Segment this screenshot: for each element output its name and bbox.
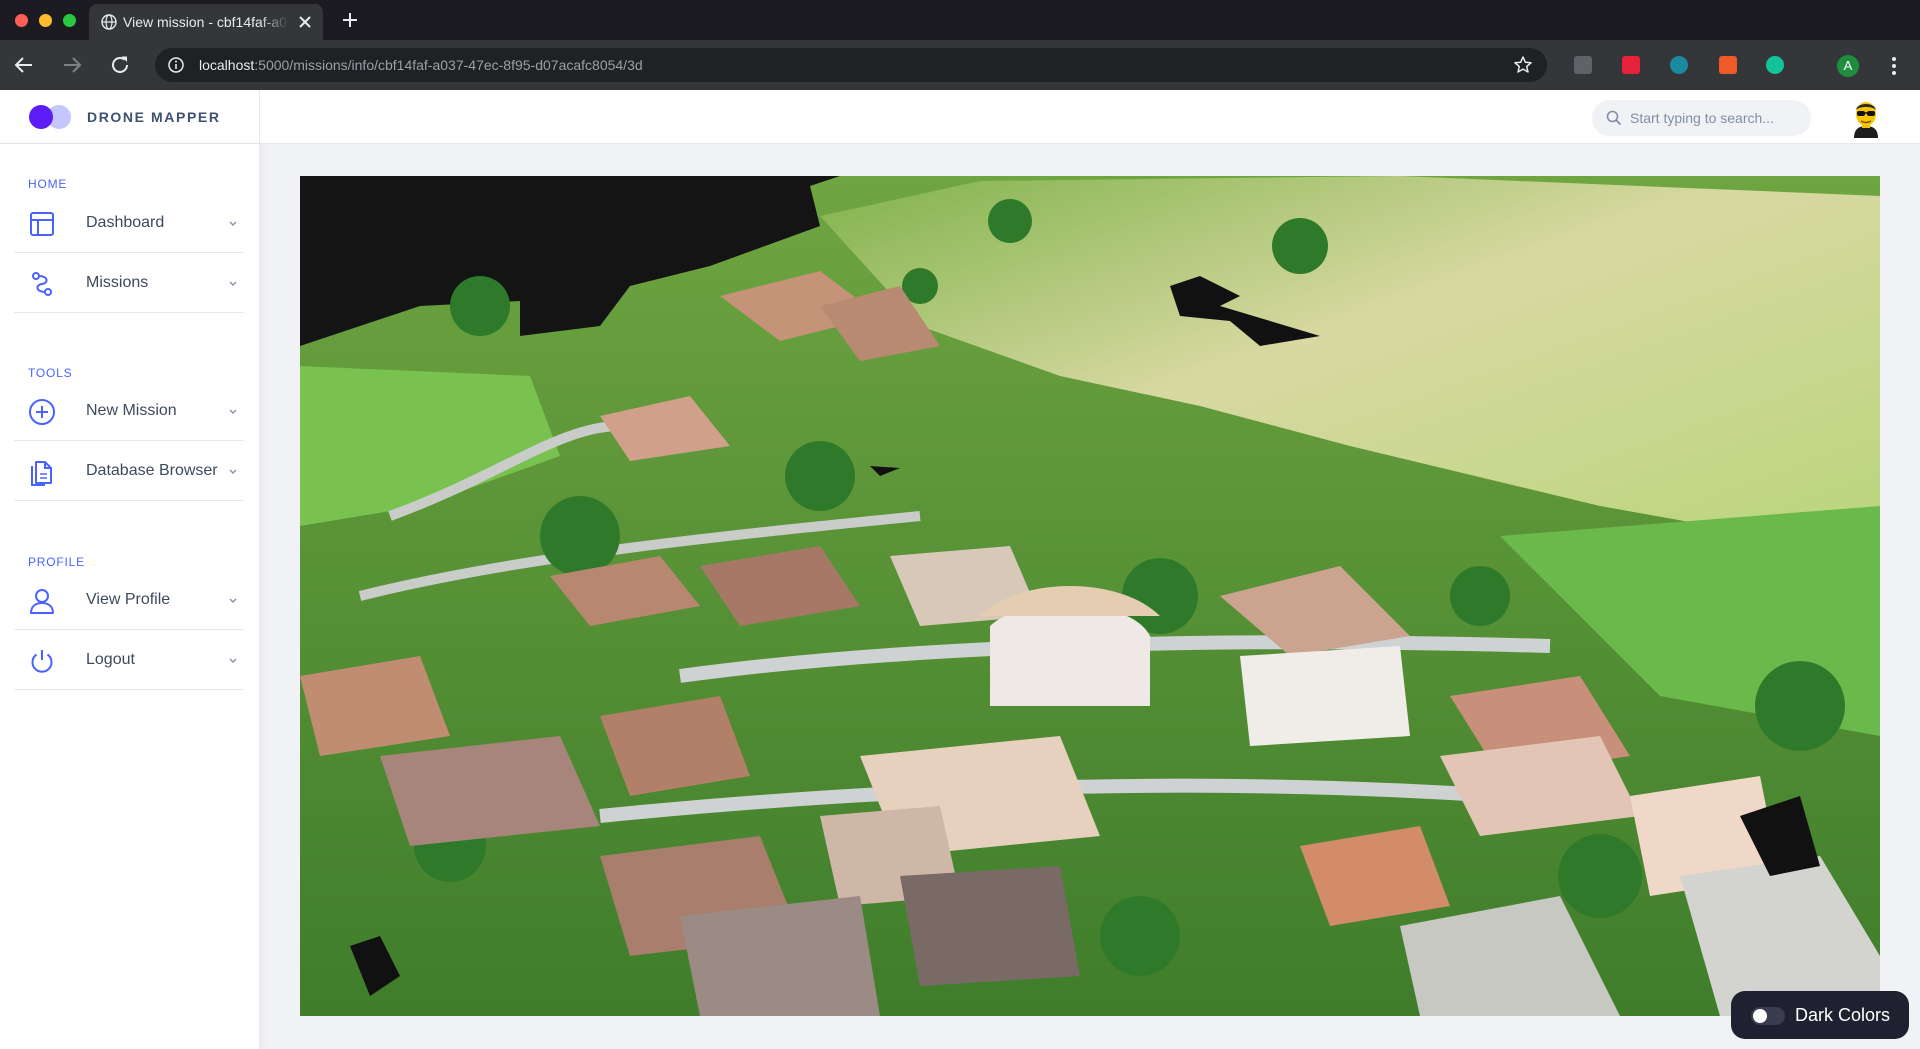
sidebar-item-database-browser[interactable]: Database Browser bbox=[14, 442, 244, 501]
sidebar-item-dashboard[interactable]: Dashboard bbox=[14, 194, 244, 253]
mission-3d-viewer[interactable] bbox=[300, 176, 1880, 1016]
chevron-down-icon bbox=[229, 658, 237, 664]
chevron-down-icon bbox=[229, 469, 237, 475]
browser-toolbar: localhost:5000/missions/info/cbf14faf-a0… bbox=[0, 40, 1920, 90]
search-input[interactable] bbox=[1630, 100, 1800, 136]
chevron-down-icon bbox=[229, 409, 237, 415]
tab-title: View mission - cbf14faf-a037-47ec-8f95-d… bbox=[123, 14, 289, 30]
sidebar-item-label: New Mission bbox=[86, 402, 177, 419]
back-icon[interactable] bbox=[12, 53, 36, 77]
chevron-down-icon bbox=[229, 221, 237, 227]
sidebar-item-label: Dashboard bbox=[86, 214, 165, 231]
sidebar-section-home: HOME bbox=[28, 177, 68, 191]
browser-tab-bar: View mission - cbf14faf-a037-47ec-8f95-d… bbox=[0, 0, 1920, 40]
sidebar-item-missions[interactable]: Missions bbox=[14, 254, 244, 313]
pdf-extension-icon[interactable] bbox=[1719, 56, 1737, 74]
brand[interactable]: DRONE MAPPER bbox=[0, 90, 260, 144]
browser-menu-icon[interactable] bbox=[1890, 55, 1898, 77]
power-icon bbox=[31, 650, 53, 673]
sidebar-item-new-mission[interactable]: New Mission bbox=[14, 382, 244, 441]
new-tab-icon[interactable] bbox=[339, 9, 361, 31]
sidebar-item-label: View Profile bbox=[86, 591, 171, 608]
search-box[interactable] bbox=[1592, 100, 1811, 136]
globe-extension-icon[interactable] bbox=[1670, 56, 1688, 74]
brand-name: DRONE MAPPER bbox=[87, 109, 221, 125]
dark-colors-label: Dark Colors bbox=[1795, 1005, 1891, 1025]
sidebar: HOME Dashboard Missions TOOLS New Missio… bbox=[0, 144, 260, 1049]
chevron-down-icon bbox=[229, 598, 237, 604]
url-path: :5000/missions/info/cbf14faf-a037-47ec-8… bbox=[254, 57, 643, 73]
sidebar-item-label: Database Browser bbox=[86, 462, 218, 479]
plus-circle-icon bbox=[29, 399, 55, 425]
sidebar-item-label: Logout bbox=[86, 651, 135, 668]
toggle-knob bbox=[1753, 1009, 1767, 1023]
drone-mapper-logo bbox=[29, 105, 71, 129]
site-info-icon[interactable] bbox=[167, 56, 185, 74]
sidebar-section-tools: TOOLS bbox=[28, 366, 73, 380]
reload-icon[interactable] bbox=[108, 53, 132, 77]
browser-profile-avatar[interactable]: A bbox=[1837, 55, 1859, 77]
url-text: localhost:5000/missions/info/cbf14faf-a0… bbox=[199, 57, 643, 73]
off-extension-icon[interactable] bbox=[1574, 56, 1592, 74]
maximize-window-button[interactable] bbox=[63, 14, 76, 27]
route-icon bbox=[32, 272, 52, 296]
user-avatar[interactable] bbox=[1848, 98, 1884, 138]
sidebar-section-profile: PROFILE bbox=[28, 555, 85, 569]
close-tab-icon[interactable] bbox=[296, 13, 314, 31]
dashboard-icon bbox=[30, 212, 54, 236]
dark-colors-toggle[interactable]: Dark Colors bbox=[1731, 991, 1909, 1039]
search-icon bbox=[1606, 110, 1622, 126]
bookmark-star-icon[interactable] bbox=[1513, 55, 1533, 75]
close-window-button[interactable] bbox=[15, 14, 28, 27]
sidebar-item-label: Missions bbox=[86, 274, 149, 291]
chevron-down-icon bbox=[229, 281, 237, 287]
address-bar[interactable]: localhost:5000/missions/info/cbf14faf-a0… bbox=[155, 48, 1547, 82]
3d-model-render bbox=[300, 176, 1880, 1016]
user-icon bbox=[30, 589, 54, 614]
minimize-window-button[interactable] bbox=[39, 14, 52, 27]
url-host: localhost bbox=[199, 57, 255, 73]
forward-icon[interactable] bbox=[60, 53, 84, 77]
sidebar-item-logout[interactable]: Logout bbox=[14, 631, 244, 690]
toggle-switch[interactable] bbox=[1751, 1007, 1785, 1025]
arrow-extension-icon[interactable] bbox=[1622, 56, 1640, 74]
sidebar-item-view-profile[interactable]: View Profile bbox=[14, 571, 244, 630]
browser-tab-active[interactable]: View mission - cbf14faf-a037-47ec-8f95-d… bbox=[89, 4, 323, 40]
grammarly-extension-icon[interactable] bbox=[1766, 56, 1784, 74]
globe-icon bbox=[101, 14, 117, 30]
app-header: DRONE MAPPER bbox=[0, 90, 1920, 144]
files-icon bbox=[31, 461, 52, 486]
